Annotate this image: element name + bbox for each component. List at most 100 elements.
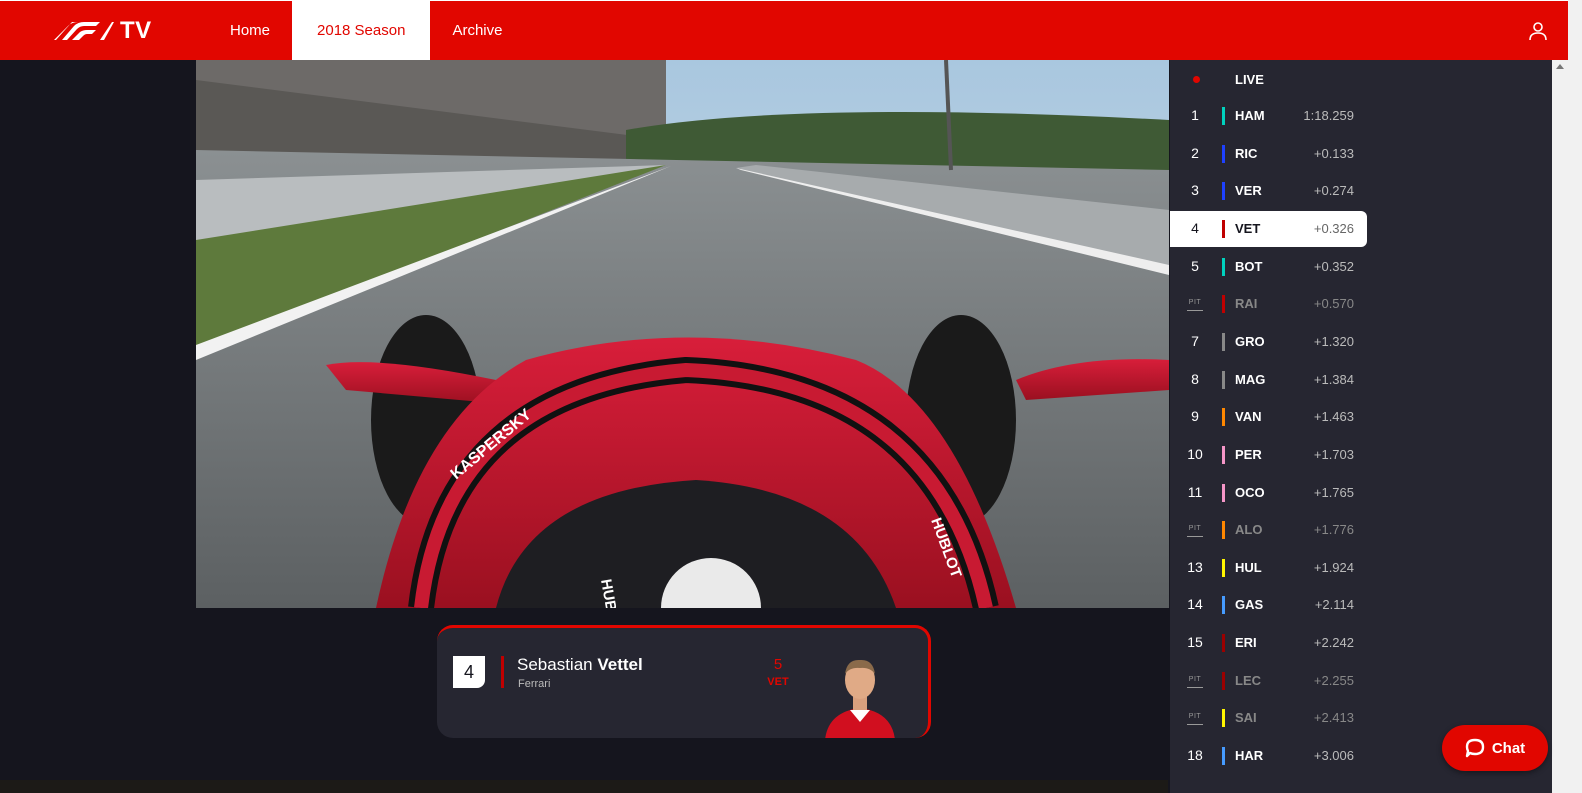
- live-dot-icon: [1193, 76, 1200, 83]
- chat-label: Chat: [1491, 739, 1526, 757]
- team-color-bar: [1222, 709, 1225, 728]
- row-position: 14: [1187, 596, 1203, 613]
- timing-row[interactable]: 9 VAN +1.463: [1170, 399, 1367, 435]
- row-position: 15: [1187, 634, 1203, 651]
- row-gap: +2.413: [1313, 710, 1354, 726]
- team-color-bar: [1222, 521, 1225, 540]
- row-position: 5: [1191, 257, 1199, 274]
- row-gap: +1.320: [1313, 333, 1354, 349]
- row-position: 2: [1191, 144, 1199, 161]
- live-indicator: LIVE: [1170, 60, 1552, 98]
- team-color-bar: [1222, 107, 1225, 125]
- team-color-bar: [1222, 332, 1225, 351]
- team-color-bar: [1222, 408, 1225, 427]
- timing-row[interactable]: 14 GAS +2.114: [1170, 587, 1367, 623]
- row-gap: +0.352: [1313, 258, 1354, 274]
- logo-tv-text: TV: [120, 17, 152, 44]
- row-driver-code: VET: [1235, 220, 1261, 236]
- tower-scrollbar[interactable]: [1552, 60, 1568, 793]
- row-position: 3: [1191, 182, 1199, 199]
- driver-number: 5: [773, 656, 783, 673]
- row-driver-code: MAG: [1235, 371, 1266, 387]
- team-color-bar: [1222, 634, 1225, 653]
- driver-photo: [825, 659, 895, 738]
- row-gap: +2.242: [1313, 635, 1354, 651]
- row-position: 4: [1191, 219, 1199, 236]
- row-gap: +3.006: [1313, 748, 1354, 764]
- timing-row[interactable]: 2 RIC +0.133: [1170, 136, 1367, 172]
- timing-row[interactable]: 5 BOT +0.352: [1170, 249, 1367, 285]
- row-driver-code: GRO: [1235, 333, 1265, 349]
- timing-row[interactable]: 13 HUL +1.924: [1170, 550, 1367, 586]
- pit-badge: PIT: [1187, 525, 1203, 538]
- tab-2018-season[interactable]: 2018 Season: [292, 1, 431, 60]
- pit-badge: PIT: [1187, 676, 1203, 688]
- timing-row[interactable]: 7 GRO +1.320: [1170, 324, 1367, 360]
- user-account-icon[interactable]: [1528, 21, 1548, 41]
- chat-button[interactable]: Chat: [1442, 725, 1548, 771]
- row-gap: +1.384: [1313, 371, 1354, 387]
- team-color-bar: [1222, 219, 1225, 238]
- team-color-bar: [1222, 144, 1225, 163]
- driver-name: Sebastian Vettel: [517, 655, 643, 675]
- row-driver-code: OCO: [1235, 484, 1265, 500]
- f1-tv-logo[interactable]: TV: [52, 17, 152, 45]
- driver-position: 4: [453, 656, 485, 688]
- row-gap: +0.570: [1313, 296, 1354, 312]
- row-position: 8: [1191, 370, 1199, 387]
- timing-row[interactable]: 3 VER +0.274: [1170, 173, 1367, 209]
- row-gap: +0.133: [1313, 145, 1354, 161]
- page-scrollbar[interactable]: [1568, 0, 1582, 793]
- timing-row[interactable]: 10 PER +1.703: [1170, 437, 1367, 473]
- row-driver-code: RIC: [1235, 145, 1258, 161]
- row-position: 13: [1187, 558, 1203, 575]
- row-gap: +1.703: [1313, 446, 1354, 462]
- timing-row[interactable]: PIT LEC +2.255: [1170, 663, 1367, 699]
- page-footer-edge: [0, 780, 1168, 793]
- timing-tower: LIVE 1 HAM 1:18.259 2 RIC +0.133 3 VER +0.274 4 VE…: [1170, 60, 1552, 793]
- row-driver-code: VER: [1235, 183, 1262, 199]
- row-gap: +1.463: [1313, 409, 1354, 425]
- row-driver-code: BOT: [1235, 258, 1263, 274]
- timing-row[interactable]: 4 VET +0.326: [1170, 210, 1367, 247]
- row-position: 11: [1187, 483, 1203, 500]
- row-driver-code: ALO: [1235, 522, 1263, 538]
- scroll-up-arrow-icon[interactable]: [1556, 64, 1564, 69]
- team-color-bar: [1222, 182, 1225, 201]
- row-driver-code: HAR: [1235, 748, 1264, 764]
- row-gap: +0.326: [1313, 220, 1354, 236]
- row-driver-code: GAS: [1235, 597, 1264, 613]
- timing-row[interactable]: 11 OCO +1.765: [1170, 475, 1367, 511]
- row-position: 18: [1187, 747, 1203, 764]
- onboard-camera-frame: KASPERSKY HUBLOT HUBLOT: [196, 60, 1169, 608]
- row-position: 10: [1187, 445, 1203, 462]
- driver-last-name: Vettel: [597, 655, 643, 674]
- row-gap: +2.114: [1314, 597, 1354, 613]
- row-position: 7: [1191, 332, 1199, 349]
- team-color-bar: [1222, 483, 1225, 502]
- team-color-bar: [1222, 257, 1225, 276]
- pit-badge: PIT: [1187, 713, 1203, 726]
- team-color-bar: [1222, 295, 1225, 314]
- timing-row[interactable]: 15 ERI +2.242: [1170, 625, 1367, 661]
- row-gap: +1.776: [1313, 522, 1354, 538]
- timing-row[interactable]: 8 MAG +1.384: [1170, 362, 1367, 398]
- team-color-bar: [1222, 747, 1225, 766]
- row-gap: +2.255: [1313, 672, 1354, 688]
- timing-row[interactable]: PIT ALO +1.776: [1170, 512, 1367, 548]
- row-driver-code: SAI: [1235, 710, 1257, 726]
- pit-badge: PIT: [1187, 299, 1203, 312]
- main-nav: Home 2018 Season Archive: [208, 1, 524, 60]
- live-label: LIVE: [1235, 72, 1264, 87]
- row-driver-code: PER: [1235, 446, 1262, 462]
- row-position: 9: [1191, 408, 1199, 425]
- video-player[interactable]: KASPERSKY HUBLOT HUBLOT: [196, 60, 1169, 608]
- tab-archive[interactable]: Archive: [430, 1, 524, 60]
- timing-row[interactable]: 18 HAR +3.006: [1170, 738, 1367, 774]
- timing-row[interactable]: PIT RAI +0.570: [1170, 286, 1367, 322]
- team-color-bar: [1222, 370, 1225, 389]
- tab-home[interactable]: Home: [208, 1, 292, 60]
- timing-row[interactable]: 1 HAM 1:18.259: [1170, 98, 1367, 134]
- timing-row[interactable]: PIT SAI +2.413: [1170, 700, 1367, 736]
- row-position: 1: [1191, 107, 1199, 123]
